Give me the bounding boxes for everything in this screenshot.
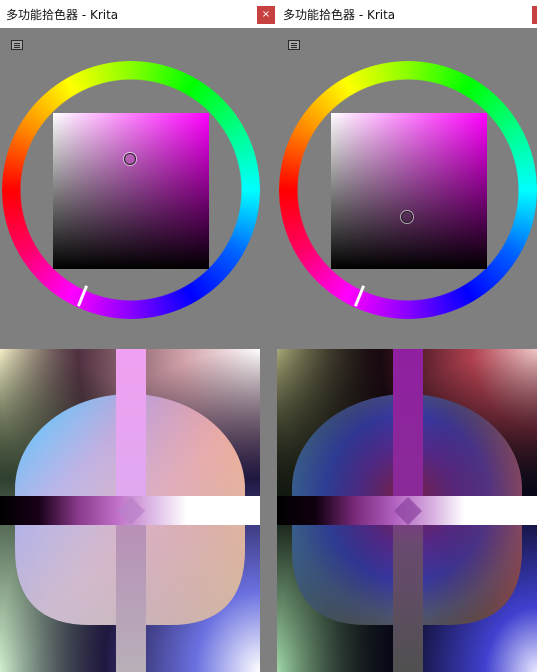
shade-selector-light[interactable] — [0, 349, 260, 672]
title-bar-left: 多功能拾色器 - Krita × — [0, 0, 277, 28]
shade-selector-panel-right — [277, 349, 537, 672]
sv-cursor[interactable] — [401, 211, 413, 223]
window-title-left: 多功能拾色器 - Krita — [6, 8, 119, 22]
shade-selector-dark-graphic — [277, 349, 537, 672]
title-bar-right: 多功能拾色器 - Krita — [277, 0, 537, 28]
close-button[interactable]: × — [257, 6, 275, 24]
menu-icon[interactable] — [11, 40, 23, 50]
close-button-partial[interactable] — [532, 6, 537, 24]
menu-icon[interactable] — [288, 40, 300, 50]
color-selector-panel-right — [277, 28, 537, 349]
color-selector-panel-left — [0, 28, 277, 349]
sv-cursor[interactable] — [124, 153, 136, 165]
shade-selector-dark[interactable] — [277, 349, 537, 672]
shade-selector-light-graphic — [0, 349, 260, 672]
saturation-value-square[interactable] — [331, 113, 487, 269]
shade-selector-panel-left — [0, 349, 277, 672]
window-title-right: 多功能拾色器 - Krita — [283, 8, 396, 22]
saturation-value-square[interactable] — [53, 113, 209, 269]
